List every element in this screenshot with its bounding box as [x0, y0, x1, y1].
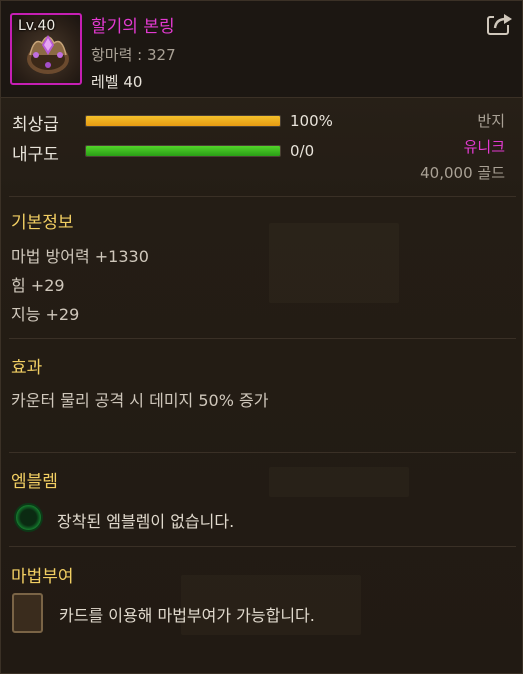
item-rarity: 유니크 [463, 138, 505, 156]
grade-value: 100% [290, 112, 333, 130]
grade-bar [85, 115, 281, 127]
item-name: 할기의 본링 [91, 17, 175, 37]
divider [9, 196, 516, 197]
enchant-title: 마법부여 [11, 567, 74, 587]
item-tooltip: Lv.40 할기의 본링 항마력 : 327 레벨 40 최상급 100% 내구… [0, 0, 523, 674]
item-price: 40,000 골드 [420, 164, 505, 182]
effect-line: 카운터 물리 공격 시 데미지 50% 증가 [11, 391, 269, 410]
item-level: 레벨 40 [91, 73, 143, 91]
durability-bar-fill [86, 146, 280, 156]
item-icon-frame: Lv.40 [10, 13, 82, 85]
card-slot-icon[interactable] [12, 593, 43, 633]
item-level-tag: Lv.40 [18, 18, 56, 34]
basic-info-title: 기본정보 [11, 213, 74, 233]
durability-value: 0/0 [290, 142, 315, 160]
divider [9, 452, 516, 453]
background-ghost [269, 223, 399, 303]
basic-info-line: 마법 방어력 +1330 [11, 247, 149, 266]
basic-info-line: 힘 +29 [11, 276, 65, 295]
durability-label: 내구도 [12, 145, 59, 165]
emblem-status: 장착된 엠블렘이 없습니다. [57, 512, 235, 531]
grade-label: 최상급 [12, 115, 59, 135]
background-ghost [269, 467, 409, 497]
grade-bar-fill [86, 116, 280, 126]
attack-power: 항마력 : 327 [91, 46, 176, 64]
divider [9, 338, 516, 339]
durability-bar [85, 145, 281, 157]
enchant-status: 카드를 이용해 마법부여가 가능합니다. [59, 606, 315, 625]
effect-title: 효과 [11, 358, 43, 378]
emblem-title: 엠블렘 [11, 472, 58, 492]
basic-info-line: 지능 +29 [11, 305, 80, 324]
divider [9, 546, 516, 547]
tooltip-header: Lv.40 할기의 본링 항마력 : 327 레벨 40 [1, 1, 522, 98]
item-type: 반지 [477, 112, 505, 130]
share-arrow-icon[interactable] [486, 11, 514, 37]
emblem-slot-icon[interactable] [14, 503, 43, 532]
